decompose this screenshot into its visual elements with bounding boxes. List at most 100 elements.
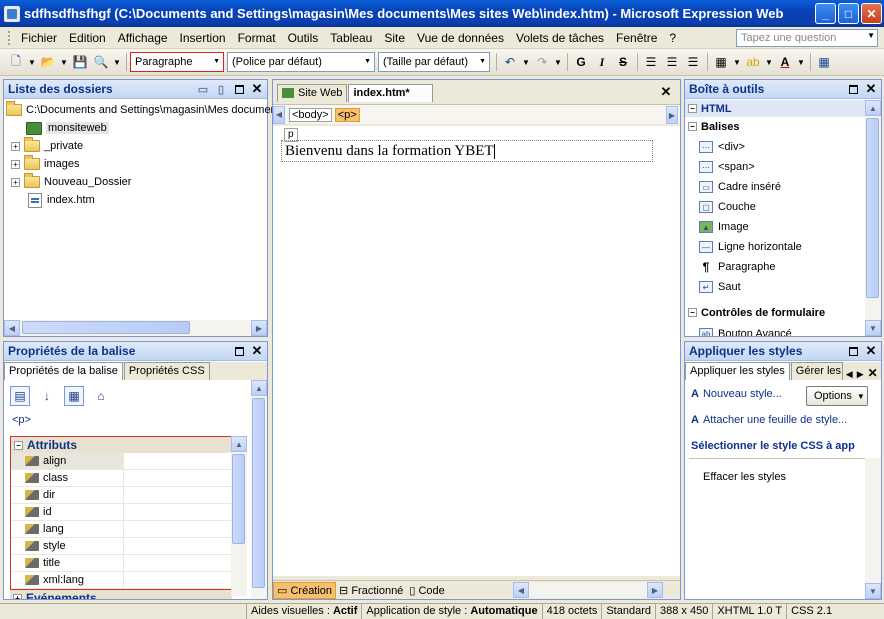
toolbox-vscrollbar[interactable]: ▲ ▼: [865, 100, 881, 336]
scroll-left-icon[interactable]: ◀: [4, 320, 20, 336]
scroll-thumb[interactable]: [866, 118, 879, 298]
sort-az-icon[interactable]: ↓: [37, 386, 57, 406]
strikethrough-button[interactable]: S: [613, 52, 633, 72]
attr-value[interactable]: [124, 572, 231, 588]
close-icon[interactable]: ✕: [249, 343, 265, 359]
styles-vscrollbar[interactable]: ▼: [865, 458, 881, 599]
tab-apply-styles[interactable]: Appliquer les styles: [685, 362, 790, 380]
tab-fractionne[interactable]: ⊟ Fractionné: [336, 583, 406, 598]
style-select[interactable]: Paragraphe ▼: [130, 52, 224, 72]
expand-icon[interactable]: +: [11, 141, 20, 151]
table-icon[interactable]: ▦: [814, 52, 834, 72]
chevron-down-icon[interactable]: ▼: [521, 52, 531, 72]
attr-row-xml-lang[interactable]: xml:lang: [11, 572, 231, 589]
attributes-vscrollbar[interactable]: ▲: [231, 436, 247, 596]
scroll-thumb[interactable]: [22, 321, 190, 334]
expand-icon[interactable]: +: [13, 593, 22, 599]
tab-scroll-right-icon[interactable]: ▶: [855, 369, 866, 380]
attr-value[interactable]: [124, 487, 231, 503]
scroll-right-icon[interactable]: ▶: [251, 320, 267, 336]
style-application-status[interactable]: Application de style : Automatique: [361, 604, 541, 619]
maximize-button[interactable]: □: [838, 3, 859, 24]
close-icon[interactable]: ✕: [863, 343, 879, 359]
chevron-down-icon[interactable]: ▼: [59, 52, 69, 72]
menu-fenetre[interactable]: Fenêtre: [610, 31, 663, 45]
breadcrumb-p[interactable]: <p>: [334, 107, 360, 122]
scroll-down-icon[interactable]: ▼: [865, 320, 881, 336]
menu-site[interactable]: Site: [378, 31, 411, 45]
attr-value[interactable]: [124, 504, 231, 520]
paragraph-block[interactable]: Bienvenu dans la formation YBET: [281, 140, 653, 162]
tree-item-monsiteweb[interactable]: monsiteweb: [26, 119, 109, 137]
align-right-icon[interactable]: ☰: [683, 52, 703, 72]
tab-scroll-left-icon[interactable]: ◀: [844, 369, 855, 380]
panel-vscrollbar[interactable]: ▲: [251, 380, 267, 599]
highlight-icon[interactable]: ab: [743, 52, 763, 72]
css-version-status[interactable]: CSS 2.1: [786, 604, 836, 619]
menu-help[interactable]: ?: [663, 31, 682, 45]
preview-icon[interactable]: 🔍: [91, 52, 111, 72]
restore-icon[interactable]: [845, 81, 861, 97]
menu-outils[interactable]: Outils: [282, 31, 325, 45]
attr-row-style[interactable]: style: [11, 538, 231, 555]
open-folder-icon[interactable]: 📂: [38, 52, 58, 72]
tab-tag-properties[interactable]: Propriétés de la balise: [4, 362, 123, 380]
folder-hscrollbar[interactable]: ◀ ▶: [4, 320, 267, 336]
expand-icon[interactable]: +: [11, 177, 20, 187]
show-set-props-icon[interactable]: ▦: [64, 386, 84, 406]
minimize-button[interactable]: _: [815, 3, 836, 24]
menu-edition[interactable]: Edition: [63, 31, 112, 45]
page-icon[interactable]: ▯: [213, 81, 229, 97]
design-canvas[interactable]: p Bienvenu dans la formation YBET: [273, 126, 680, 576]
collapse-icon[interactable]: −: [14, 440, 23, 450]
redo-icon[interactable]: ↷: [532, 52, 552, 72]
tag-icon[interactable]: ⌂: [91, 386, 111, 406]
help-search-input[interactable]: Tapez une question ▼: [736, 29, 878, 47]
new-page-icon[interactable]: 🗋: [6, 52, 26, 72]
close-icon[interactable]: ✕: [866, 366, 880, 380]
mode-status[interactable]: Standard: [601, 604, 655, 619]
font-color-icon[interactable]: A: [775, 52, 795, 72]
tool-advanced-button[interactable]: ab Bouton Avancé: [699, 324, 792, 336]
tool-span[interactable]: ⋯ <span>: [699, 157, 755, 177]
chevron-down-icon[interactable]: ▼: [553, 52, 563, 72]
undo-icon[interactable]: ↶: [500, 52, 520, 72]
new-style-link[interactable]: A Nouveau style...: [691, 388, 782, 400]
attr-value[interactable]: [124, 470, 231, 486]
tab-code[interactable]: ▯ Code: [406, 583, 447, 598]
attr-row-lang[interactable]: lang: [11, 521, 231, 538]
attr-value[interactable]: [124, 538, 231, 554]
menu-volets-taches[interactable]: Volets de tâches: [510, 31, 610, 45]
scroll-up-icon[interactable]: ▲: [865, 100, 881, 116]
clear-styles-item[interactable]: Effacer les styles: [703, 471, 786, 483]
chevron-down-icon[interactable]: ▼: [27, 52, 37, 72]
tree-item-private[interactable]: + _private: [11, 137, 83, 155]
tool-image[interactable]: ▲ Image: [699, 217, 749, 237]
close-document-icon[interactable]: ✕: [658, 84, 674, 100]
chevron-down-icon[interactable]: ▼: [112, 52, 122, 72]
align-center-icon[interactable]: ☰: [662, 52, 682, 72]
chevron-down-icon[interactable]: ▼: [732, 52, 742, 72]
toolbox-section-forms[interactable]: − Contrôles de formulaire: [685, 304, 865, 321]
scroll-thumb[interactable]: [252, 398, 265, 588]
tab-creation[interactable]: ▭ Création: [273, 581, 337, 599]
close-icon[interactable]: ✕: [249, 81, 265, 97]
scroll-down-icon[interactable]: ▼: [865, 583, 881, 599]
restore-icon[interactable]: [845, 343, 861, 359]
tool-div[interactable]: ⋯ <div>: [699, 137, 745, 157]
scroll-right-icon[interactable]: ▶: [666, 106, 678, 124]
dimensions-status[interactable]: 388 x 450: [655, 604, 712, 619]
attr-value[interactable]: [124, 453, 231, 469]
options-button[interactable]: Options ▼: [806, 386, 868, 406]
attr-row-id[interactable]: id: [11, 504, 231, 521]
font-select[interactable]: (Police par défaut) ▼: [227, 52, 375, 72]
save-icon[interactable]: 💾: [70, 52, 90, 72]
tab-css-properties[interactable]: Propriétés CSS: [123, 362, 210, 380]
attr-row-align[interactable]: align: [11, 453, 231, 470]
visual-aids-status[interactable]: Aides visuelles : Actif: [246, 604, 361, 619]
editor-hscrollbar[interactable]: ◀ ▶: [513, 582, 663, 598]
menu-vue-donnees[interactable]: Vue de données: [411, 31, 510, 45]
tab-manage-styles[interactable]: Gérer les: [790, 362, 843, 380]
borders-icon[interactable]: ▦: [711, 52, 731, 72]
bold-button[interactable]: G: [571, 52, 591, 72]
